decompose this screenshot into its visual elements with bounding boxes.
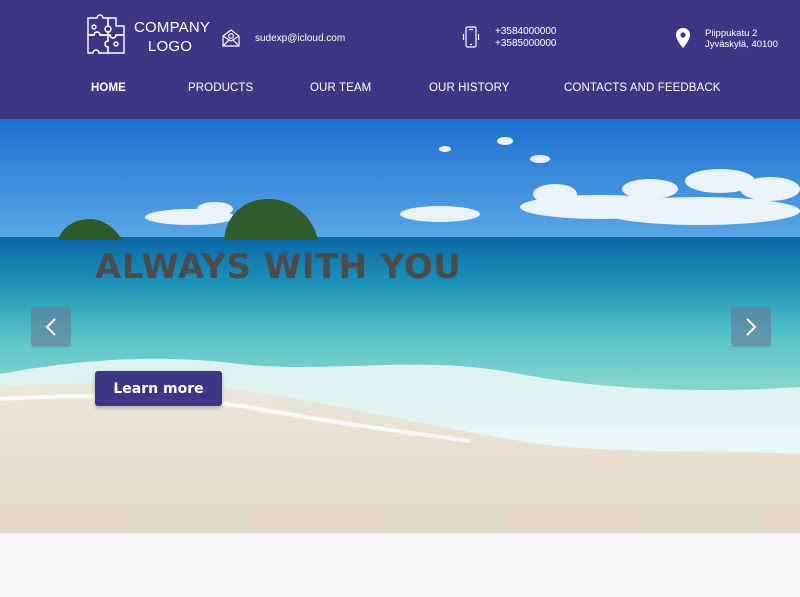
chevron-left-icon bbox=[45, 318, 56, 336]
nav-item-our-team[interactable]: OUR TEAM bbox=[310, 82, 371, 94]
email-contact[interactable]: sudexp@icloud.com bbox=[221, 28, 345, 48]
puzzle-icon bbox=[87, 14, 125, 54]
envelope-icon bbox=[222, 29, 240, 47]
slider-prev-button[interactable] bbox=[31, 307, 71, 347]
hero-beach-image bbox=[0, 119, 800, 533]
chevron-right-icon bbox=[746, 318, 757, 336]
hero-headline: ALWAYS WITH YOU bbox=[95, 247, 462, 287]
address-line-2: Jyväskylä, 40100 bbox=[705, 39, 778, 50]
nav-item-our-history[interactable]: OUR HISTORY bbox=[429, 82, 510, 94]
logo-line-2: LOGO bbox=[147, 38, 193, 55]
address-contact[interactable]: Piippukatu 2 Jyväskylä, 40100 bbox=[675, 28, 778, 50]
site-header: COMPANY LOGO sudexp@icloud.com +35840000… bbox=[0, 0, 800, 119]
learn-more-button[interactable]: Learn more bbox=[95, 371, 222, 406]
hero-slider: ALWAYS WITH YOU Learn more bbox=[0, 119, 800, 533]
nav-item-home[interactable]: HOME bbox=[91, 82, 126, 94]
nav-item-products[interactable]: PRODUCTS bbox=[188, 82, 253, 94]
phone-number-2: +3585000000 bbox=[495, 38, 557, 49]
phone-icon bbox=[462, 26, 480, 48]
content-section bbox=[0, 533, 800, 597]
email-text: sudexp@icloud.com bbox=[255, 32, 346, 44]
phone-number-1: +3584000000 bbox=[495, 26, 557, 37]
logo-text: COMPANY LOGO bbox=[134, 18, 211, 56]
main-nav: HOME PRODUCTS OUR TEAM OUR HISTORY CONTA… bbox=[0, 82, 800, 98]
slider-next-button[interactable] bbox=[731, 307, 771, 347]
location-pin-icon bbox=[676, 28, 690, 48]
logo-line-1: COMPANY bbox=[134, 19, 211, 36]
nav-item-contacts[interactable]: CONTACTS AND FEEDBACK bbox=[564, 82, 721, 94]
address-line-1: Piippukatu 2 bbox=[705, 28, 758, 39]
phone-contact[interactable]: +3584000000 +3585000000 bbox=[461, 26, 556, 50]
